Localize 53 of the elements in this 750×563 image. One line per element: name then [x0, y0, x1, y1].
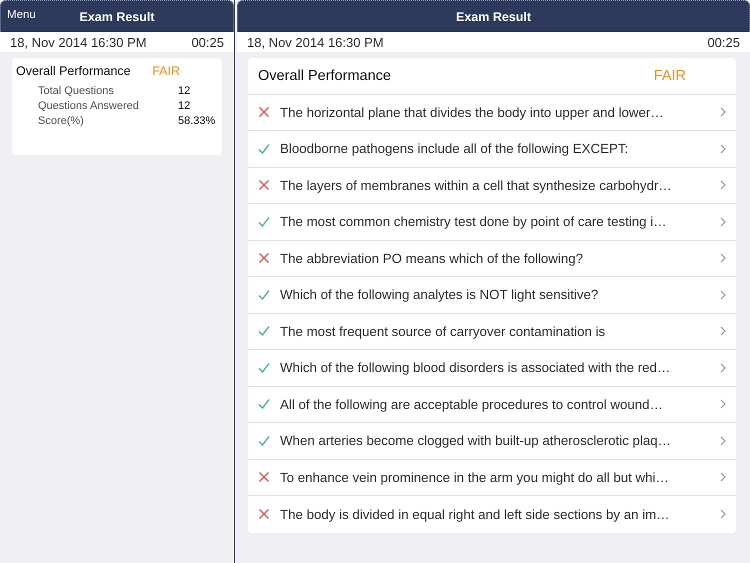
chevron-icon	[720, 436, 726, 446]
question-text: To enhance vein prominence in the arm you might do all but whi…	[280, 470, 670, 485]
question-text: The most frequent source of carryover contamination is	[280, 324, 606, 339]
question-text: The abbreviation PO means which of the following?	[280, 250, 584, 266]
chevron-icon	[720, 144, 726, 154]
question-text: All of the following are acceptable procedures to control wound…	[280, 396, 664, 412]
chevron-icon	[720, 253, 726, 264]
chevron-icon	[720, 509, 726, 520]
performance-rating: FAIR	[654, 68, 686, 84]
chevron-icon	[720, 399, 726, 410]
question-text: Bloodborne pathogens include all of the following EXCEPT:	[280, 141, 630, 156]
question-text: When arteries become clogged with built-up atherosclerotic plaq…	[280, 433, 672, 448]
chevron-icon	[720, 290, 726, 300]
stat-label: Score(%)	[38, 115, 85, 127]
question-text: The body is divided in equal right and left side sections by an im…	[280, 506, 671, 522]
chevron-icon	[720, 472, 726, 482]
question-row[interactable]: All of the following are acceptable procedures to control wound…	[248, 386, 736, 423]
chevron-icon	[720, 107, 726, 118]
performance-rating: FAIR	[152, 64, 180, 78]
chevron-icon	[720, 216, 726, 227]
nav-title: Exam Result	[79, 10, 155, 24]
stat-label: Questions Answered	[38, 100, 140, 112]
question-row[interactable]: The most frequent source of carryover contamination is	[248, 314, 736, 350]
question-row[interactable]: Which of the following analytes is NOT light sensitive?	[248, 277, 736, 314]
question-row[interactable]: The horizontal plane that divides the body into upper and lower…	[248, 94, 736, 131]
question-text: The layers of membranes within a cell that synthesize carbohydr…	[280, 178, 673, 193]
nav-title: Exam Result	[456, 10, 532, 24]
chevron-icon	[720, 180, 726, 190]
chevron-icon	[720, 326, 726, 336]
question-row[interactable]: To enhance vein prominence in the arm you might do all but whi…	[248, 460, 736, 496]
question-text: Which of the following analytes is NOT light sensitive?	[280, 287, 600, 302]
stat-value: 58.33%	[178, 115, 216, 127]
question-row[interactable]: The abbreviation PO means which of the following?	[248, 240, 736, 277]
stat-value: 12	[178, 100, 192, 112]
stat-label: Total Questions	[38, 85, 115, 97]
performance-label: Overall Performance	[258, 68, 391, 84]
question-row[interactable]: The body is divided in equal right and left side sections by an im…	[248, 496, 736, 532]
question-text: Which of the following blood disorders is associated with the red…	[280, 360, 672, 376]
stat-value: 12	[178, 85, 192, 97]
exam-duration: 00:25	[707, 34, 740, 50]
performance-label: Overall Performance	[16, 64, 131, 78]
exam-duration: 00:25	[191, 34, 224, 50]
chevron-icon	[720, 362, 726, 373]
question-row[interactable]: When arteries become clogged with built-up atherosclerotic plaq…	[248, 423, 736, 460]
question-row[interactable]: The most common chemistry test done by point of care testing i…	[248, 204, 736, 240]
exam-date: 18, Nov 2014 16:30 PM	[10, 34, 147, 50]
question-text: The horizontal plane that divides the body into upper and lower…	[280, 104, 665, 120]
question-row[interactable]: Which of the following blood disorders is associated with the red…	[248, 350, 736, 386]
question-text: The most common chemistry test done by point of care testing i…	[280, 214, 668, 230]
question-row[interactable]: The layers of membranes within a cell that synthesize carbohydr…	[248, 168, 736, 204]
menu-button[interactable]: Menu	[5, 9, 38, 21]
exam-date: 18, Nov 2014 16:30 PM	[247, 34, 384, 50]
question-row[interactable]: Bloodborne pathogens include all of the following EXCEPT:	[248, 131, 736, 168]
